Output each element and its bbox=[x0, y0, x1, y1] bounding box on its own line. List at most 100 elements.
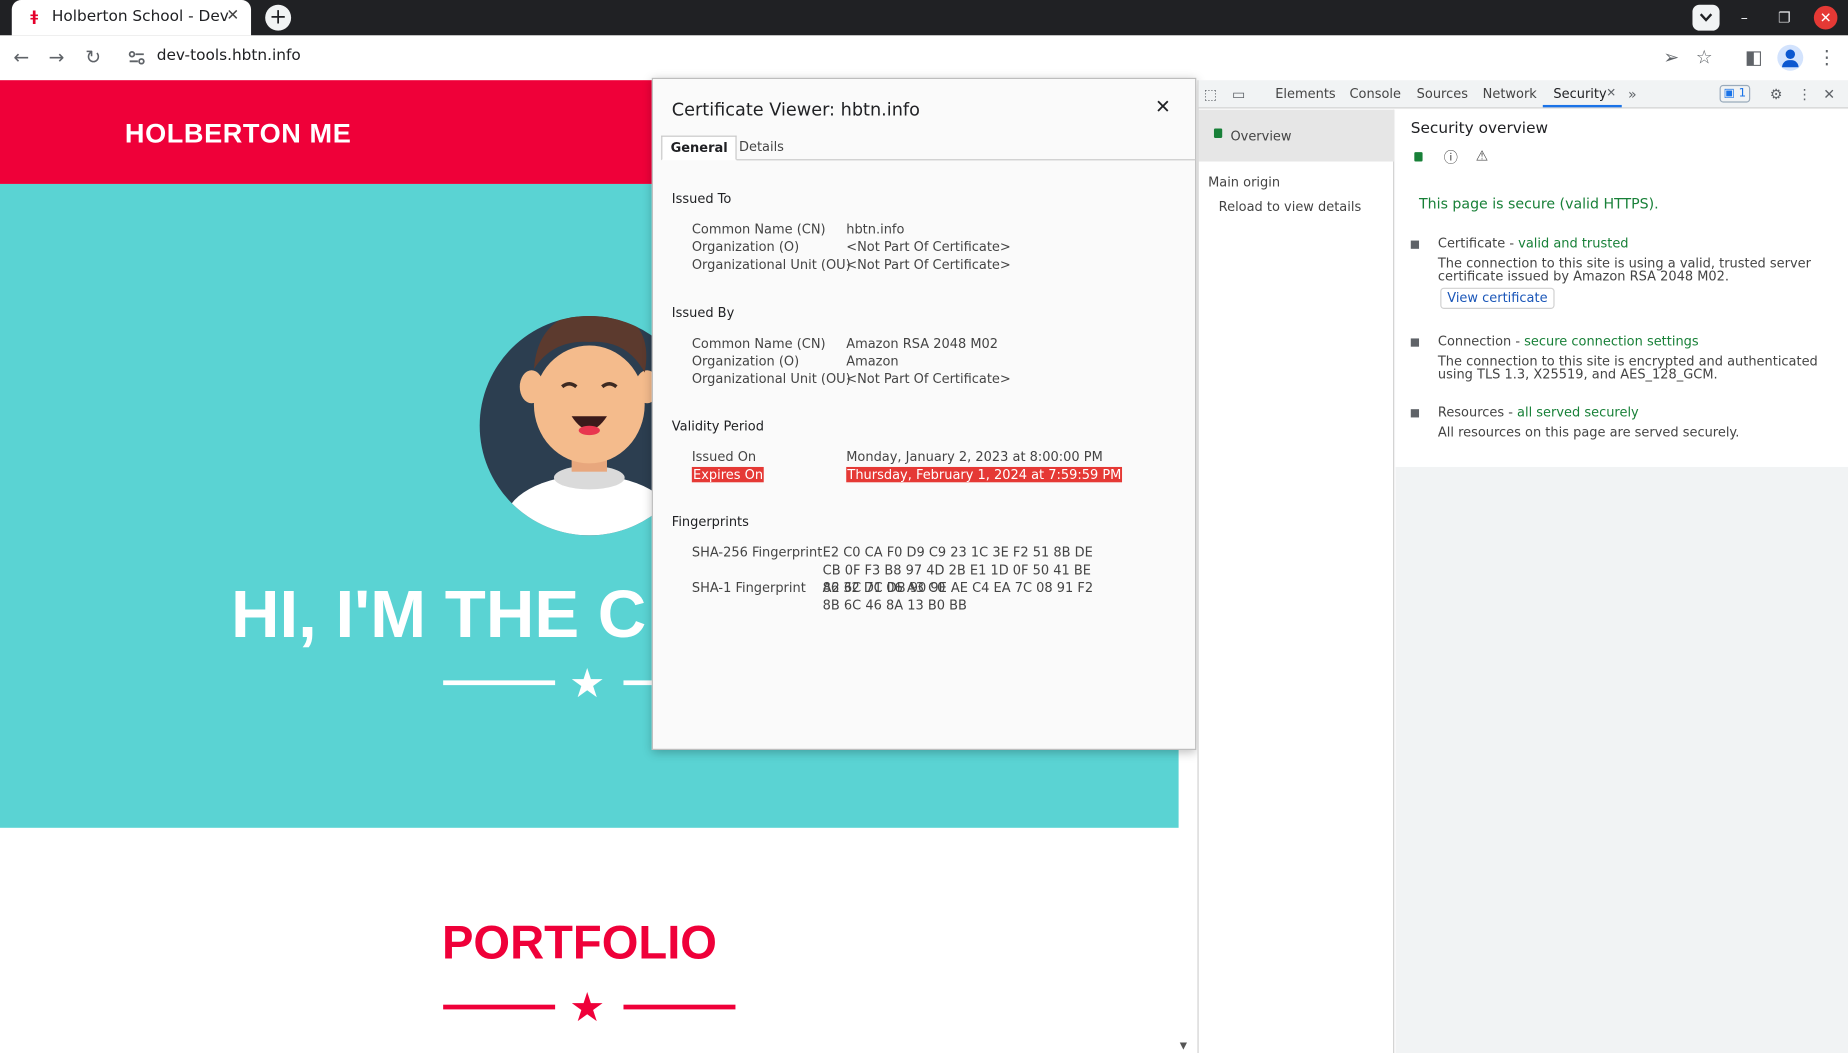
field-label: Common Name (CN) bbox=[691, 336, 826, 352]
scroll-down-arrow-icon[interactable]: ▼ bbox=[1180, 1040, 1187, 1051]
field-value: <Not Part Of Certificate> bbox=[846, 239, 1011, 255]
secure-message: This page is secure (valid HTTPS). bbox=[1419, 195, 1659, 213]
overview-label: Overview bbox=[1230, 128, 1292, 144]
issues-count: 1 bbox=[1738, 87, 1747, 101]
issues-badge[interactable]: ▣ 1 bbox=[1719, 84, 1751, 103]
inspect-element-icon[interactable]: ⬚ bbox=[1201, 85, 1220, 104]
profile-avatar[interactable] bbox=[1777, 44, 1804, 71]
info-icon: ⓘ bbox=[1443, 149, 1458, 167]
sha1-label: SHA-1 Fingerprint bbox=[691, 580, 806, 596]
issued-by-heading: Issued By bbox=[671, 305, 735, 321]
issued-to-heading: Issued To bbox=[671, 191, 732, 207]
window-close-button[interactable]: ✕ bbox=[1813, 5, 1838, 30]
send-icon[interactable]: ➢ bbox=[1659, 46, 1683, 70]
chevron-down-icon bbox=[1699, 13, 1713, 22]
security-overview-panel: Security overview ⓘ ⚠ This page is secur… bbox=[1395, 109, 1848, 1053]
browser-tab[interactable]: ǂ Holberton School - Devel ✕ bbox=[11, 0, 252, 36]
fingerprints-heading: Fingerprints bbox=[671, 514, 749, 530]
hero-star-icon: ★ bbox=[569, 660, 606, 708]
expires-on-label-wrap: Expires On bbox=[691, 466, 765, 483]
address-bar[interactable]: dev-tools.hbtn.info bbox=[157, 47, 301, 65]
tab-title: Holberton School - Devel bbox=[51, 8, 229, 26]
reload-details-link[interactable]: Reload to view details bbox=[1219, 199, 1362, 214]
field-value: hbtn.info bbox=[846, 221, 905, 238]
sidebar-item-overview[interactable]: Overview bbox=[1198, 109, 1395, 162]
portfolio-divider-left bbox=[443, 1004, 556, 1010]
back-icon[interactable]: ← bbox=[9, 46, 33, 70]
bookmark-star-icon[interactable]: ☆ bbox=[1692, 46, 1716, 70]
tab-elements[interactable]: Elements bbox=[1275, 86, 1335, 101]
connection-label: Connection - bbox=[1437, 333, 1525, 350]
cert-tabs: General Details bbox=[661, 135, 1197, 161]
sha256-label: SHA-256 Fingerprint bbox=[691, 544, 823, 561]
active-tab-indicator bbox=[1542, 104, 1622, 108]
forward-icon[interactable]: → bbox=[45, 46, 69, 70]
gear-icon[interactable]: ⚙ bbox=[1767, 85, 1786, 104]
tab-console[interactable]: Console bbox=[1349, 86, 1400, 101]
minimize-button[interactable]: – bbox=[1733, 6, 1757, 30]
security-sidebar: Overview Main origin Reload to view deta… bbox=[1198, 109, 1395, 1053]
field-value: <Not Part Of Certificate> bbox=[846, 371, 1011, 387]
lock-icon bbox=[1414, 152, 1423, 162]
certificate-desc: The connection to this site is using a v… bbox=[1437, 255, 1811, 285]
dialog-title: Certificate Viewer: hbtn.info bbox=[671, 99, 920, 121]
hero-title: HI, I'M THE C bbox=[231, 576, 647, 653]
tab-security[interactable]: Security bbox=[1553, 86, 1606, 101]
devtools-panel: ⬚ ▭ Elements Console Sources Network Sec… bbox=[1197, 80, 1848, 1053]
resources-bullet bbox=[1410, 409, 1420, 418]
issued-on-value: Monday, January 2, 2023 at 8:00:00 PM bbox=[846, 449, 1103, 465]
expires-on-value: Thursday, February 1, 2024 at 7:59:59 PM bbox=[846, 466, 1123, 483]
favicon-icon: ǂ bbox=[30, 8, 39, 25]
issued-on-label: Issued On bbox=[691, 449, 757, 465]
validity-heading: Validity Period bbox=[671, 418, 764, 434]
tab-search-button[interactable] bbox=[1692, 4, 1720, 31]
reload-icon[interactable]: ↻ bbox=[81, 46, 105, 70]
tab-general[interactable]: General bbox=[661, 135, 738, 161]
portfolio-divider-right bbox=[623, 1004, 736, 1010]
browser-toolbar: ← → ↻ dev-tools.hbtn.info ➢ ☆ ◧ ⋮ bbox=[0, 35, 1848, 81]
expires-on-label: Expires On bbox=[691, 466, 765, 483]
more-tabs-icon[interactable]: » bbox=[1623, 85, 1642, 104]
tab-close-icon[interactable]: ✕ bbox=[226, 7, 239, 26]
field-label: Organizational Unit (OU) bbox=[691, 257, 851, 273]
site-brand[interactable]: HOLBERTON ME bbox=[125, 118, 351, 150]
certificate-bullet bbox=[1410, 240, 1420, 249]
kebab-menu-icon[interactable]: ⋮ bbox=[1795, 85, 1814, 104]
connection-row: Connection - secure connection settings bbox=[1438, 334, 1699, 349]
close-tab-icon[interactable]: ✕ bbox=[1602, 85, 1621, 104]
site-settings-icon[interactable] bbox=[127, 48, 146, 67]
menu-kebab-icon[interactable]: ⋮ bbox=[1815, 46, 1839, 70]
tab-network[interactable]: Network bbox=[1483, 86, 1537, 101]
tab-details[interactable]: Details bbox=[731, 136, 792, 161]
sha1-value: A2 6C 7C DB 90 9E AE C4 EA 7C 08 91 F2 8… bbox=[822, 580, 1094, 614]
portfolio-star-icon: ★ bbox=[569, 984, 606, 1032]
resources-row: Resources - all served securely bbox=[1438, 404, 1639, 419]
new-tab-button[interactable]: + bbox=[265, 4, 292, 31]
connection-desc: The connection to this site is encrypted… bbox=[1437, 353, 1818, 383]
restore-button[interactable]: ❐ bbox=[1773, 6, 1797, 30]
view-certificate-button[interactable]: View certificate bbox=[1440, 287, 1555, 309]
expires-on-value-wrap: Thursday, February 1, 2024 at 7:59:59 PM bbox=[846, 466, 1123, 483]
resources-label: Resources - bbox=[1437, 404, 1518, 420]
tab-strip: ǂ Holberton School - Devel ✕ + – ❐ ✕ bbox=[0, 0, 1848, 36]
tab-sources[interactable]: Sources bbox=[1417, 86, 1468, 101]
devtools-tabbar: ⬚ ▭ Elements Console Sources Network Sec… bbox=[1198, 80, 1848, 109]
panel-heading: Security overview bbox=[1410, 120, 1549, 138]
certificate-viewer-dialog: Certificate Viewer: hbtn.info ✕ General … bbox=[651, 77, 1197, 750]
field-value: Amazon RSA 2048 M02 bbox=[846, 336, 999, 352]
resources-status: all served securely bbox=[1517, 404, 1639, 420]
warning-icon: ⚠ bbox=[1475, 147, 1489, 164]
field-label: Organization (O) bbox=[691, 239, 800, 255]
side-panel-icon[interactable]: ◧ bbox=[1742, 46, 1766, 70]
close-devtools-icon[interactable]: ✕ bbox=[1820, 85, 1839, 104]
device-toolbar-icon[interactable]: ▭ bbox=[1229, 85, 1248, 104]
certificate-row: Certificate - valid and trusted bbox=[1438, 236, 1629, 251]
security-summary: Security overview ⓘ ⚠ This page is secur… bbox=[1395, 109, 1848, 467]
hero-divider-left bbox=[443, 680, 556, 686]
certificate-label: Certificate - bbox=[1437, 235, 1519, 252]
field-value: Amazon bbox=[846, 353, 899, 370]
field-value: <Not Part Of Certificate> bbox=[846, 257, 1011, 273]
field-label: Organizational Unit (OU) bbox=[691, 371, 851, 387]
close-icon[interactable]: ✕ bbox=[1155, 96, 1171, 118]
connection-bullet bbox=[1410, 338, 1420, 347]
